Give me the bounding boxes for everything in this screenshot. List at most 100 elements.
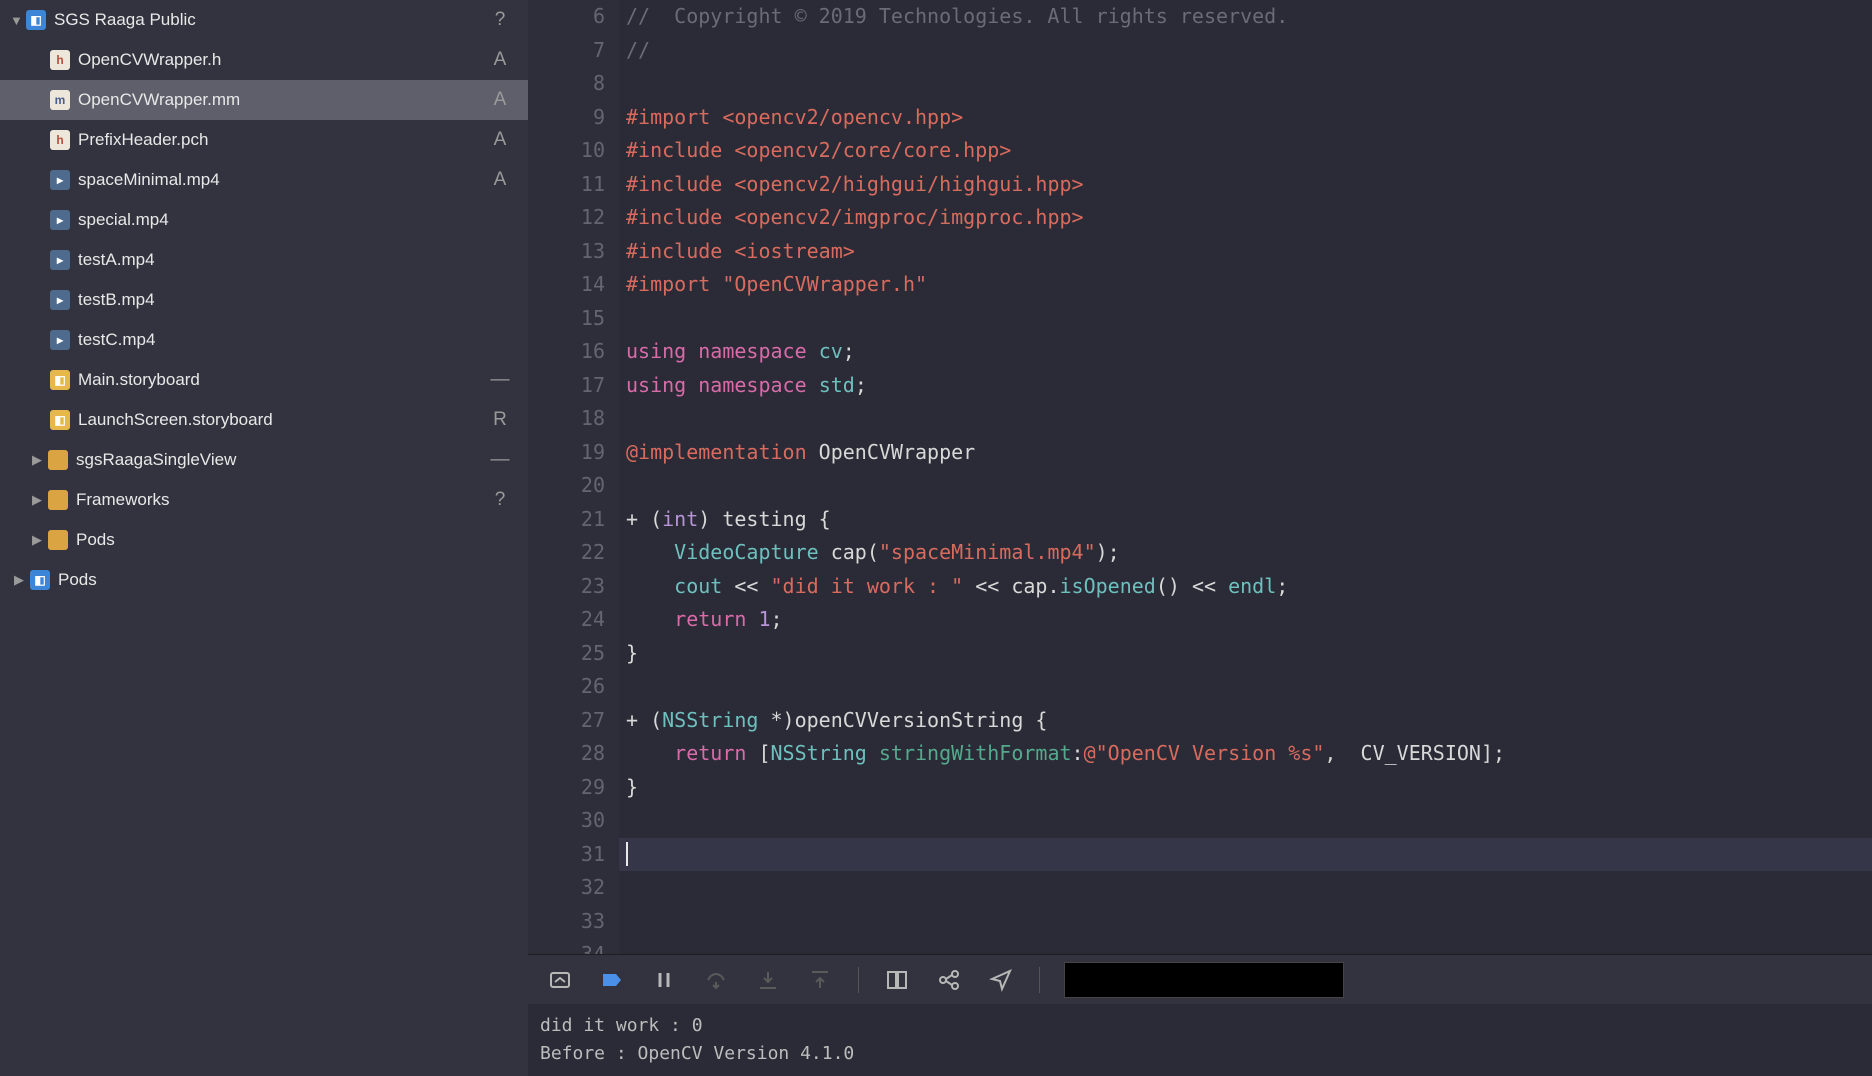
- line-number: 17: [528, 369, 605, 403]
- code-editor[interactable]: 6789101112131415161718192021222324252627…: [528, 0, 1872, 954]
- code-line[interactable]: [619, 469, 1872, 503]
- scm-badge: A: [490, 169, 510, 191]
- separator: [858, 967, 859, 993]
- code-line[interactable]: [619, 804, 1872, 838]
- file-label: sgsRaagaSingleView: [76, 450, 490, 470]
- file-icon: ◧: [30, 570, 50, 590]
- line-number: 29: [528, 771, 605, 805]
- file-icon: m: [50, 90, 70, 110]
- file-icon: ▸: [50, 330, 70, 350]
- code-line[interactable]: }: [619, 771, 1872, 805]
- code-line[interactable]: [619, 938, 1872, 954]
- file-label: Pods: [76, 530, 490, 550]
- file-icon: h: [50, 130, 70, 150]
- step-into-button[interactable]: [754, 966, 782, 994]
- file-label: Frameworks: [76, 490, 490, 510]
- line-number: 6: [528, 0, 605, 34]
- code-line[interactable]: #include <opencv2/core/core.hpp>: [619, 134, 1872, 168]
- code-line[interactable]: [619, 402, 1872, 436]
- file-label: Pods: [58, 570, 490, 590]
- scm-badge: —: [490, 369, 510, 391]
- file-item[interactable]: hOpenCVWrapper.hA: [0, 40, 528, 80]
- line-number: 14: [528, 268, 605, 302]
- disclosure-triangle[interactable]: ▶: [32, 452, 48, 468]
- memory-graph-button[interactable]: [935, 966, 963, 994]
- file-item[interactable]: ▶◧ Pods: [0, 560, 528, 600]
- file-icon: [48, 450, 68, 470]
- code-line[interactable]: using namespace cv;: [619, 335, 1872, 369]
- step-over-button[interactable]: [702, 966, 730, 994]
- code-line[interactable]: cout << "did it work : " << cap.isOpened…: [619, 570, 1872, 604]
- file-navigator: ▼ ◧ SGS Raaga Public ? hOpenCVWrapper.hA…: [0, 0, 528, 1076]
- file-item[interactable]: mOpenCVWrapper.mmA: [0, 80, 528, 120]
- code-content[interactable]: // Copyright © 2019 Technologies. All ri…: [619, 0, 1872, 954]
- code-line[interactable]: #include <opencv2/highgui/highgui.hpp>: [619, 168, 1872, 202]
- file-item[interactable]: ◧LaunchScreen.storyboardR: [0, 400, 528, 440]
- code-line[interactable]: [619, 67, 1872, 101]
- code-line[interactable]: [619, 905, 1872, 939]
- line-number: 16: [528, 335, 605, 369]
- code-line[interactable]: + (NSString *)openCVVersionString {: [619, 704, 1872, 738]
- file-icon: ▸: [50, 250, 70, 270]
- line-number: 33: [528, 905, 605, 939]
- code-line[interactable]: + (int) testing {: [619, 503, 1872, 537]
- line-number: 32: [528, 871, 605, 905]
- line-number: 18: [528, 402, 605, 436]
- line-number: 20: [528, 469, 605, 503]
- file-icon: ◧: [50, 370, 70, 390]
- code-line[interactable]: #include <opencv2/imgproc/imgproc.hpp>: [619, 201, 1872, 235]
- file-icon: [48, 530, 68, 550]
- file-item[interactable]: ▸special.mp4: [0, 200, 528, 240]
- console-output[interactable]: did it work : 0Before : OpenCV Version 4…: [528, 1004, 1872, 1076]
- file-icon: ▸: [50, 210, 70, 230]
- line-number: 30: [528, 804, 605, 838]
- line-number: 10: [528, 134, 605, 168]
- file-item[interactable]: ▶ Pods: [0, 520, 528, 560]
- code-line[interactable]: [619, 838, 1872, 872]
- code-line[interactable]: //: [619, 34, 1872, 68]
- project-root[interactable]: ▼ ◧ SGS Raaga Public ?: [0, 0, 528, 40]
- debug-view-button[interactable]: [883, 966, 911, 994]
- code-line[interactable]: [619, 302, 1872, 336]
- scm-badge: —: [490, 449, 510, 471]
- code-line[interactable]: @implementation OpenCVWrapper: [619, 436, 1872, 470]
- file-item[interactable]: ▸spaceMinimal.mp4A: [0, 160, 528, 200]
- code-line[interactable]: #import "OpenCVWrapper.h": [619, 268, 1872, 302]
- code-line[interactable]: using namespace std;: [619, 369, 1872, 403]
- file-item[interactable]: ▸testC.mp4: [0, 320, 528, 360]
- line-number: 22: [528, 536, 605, 570]
- code-line[interactable]: }: [619, 637, 1872, 671]
- line-number: 24: [528, 603, 605, 637]
- line-number: 34: [528, 938, 605, 954]
- step-out-button[interactable]: [806, 966, 834, 994]
- simulate-location-button[interactable]: [987, 966, 1015, 994]
- code-line[interactable]: #import <opencv2/opencv.hpp>: [619, 101, 1872, 135]
- line-number: 26: [528, 670, 605, 704]
- code-line[interactable]: VideoCapture cap("spaceMinimal.mp4");: [619, 536, 1872, 570]
- file-item[interactable]: ◧Main.storyboard—: [0, 360, 528, 400]
- file-icon: ▸: [50, 170, 70, 190]
- file-item[interactable]: ▶Frameworks?: [0, 480, 528, 520]
- disclosure-triangle[interactable]: ▶: [32, 532, 48, 548]
- file-item[interactable]: hPrefixHeader.pchA: [0, 120, 528, 160]
- code-line[interactable]: [619, 871, 1872, 905]
- disclosure-triangle[interactable]: ▶: [14, 572, 30, 588]
- file-item[interactable]: ▸testA.mp4: [0, 240, 528, 280]
- scm-badge: A: [490, 49, 510, 71]
- pause-button[interactable]: [650, 966, 678, 994]
- debug-filter-input[interactable]: [1064, 962, 1344, 998]
- text-cursor: [626, 842, 628, 866]
- file-icon: [48, 490, 68, 510]
- disclosure-triangle[interactable]: ▶: [32, 492, 48, 508]
- hide-debug-button[interactable]: [546, 966, 574, 994]
- file-item[interactable]: ▶ sgsRaagaSingleView—: [0, 440, 528, 480]
- code-line[interactable]: #include <iostream>: [619, 235, 1872, 269]
- disclosure-triangle[interactable]: ▼: [10, 13, 26, 28]
- code-line[interactable]: return 1;: [619, 603, 1872, 637]
- breakpoints-button[interactable]: [598, 966, 626, 994]
- line-number: 21: [528, 503, 605, 537]
- code-line[interactable]: return [NSString stringWithFormat:@"Open…: [619, 737, 1872, 771]
- code-line[interactable]: [619, 670, 1872, 704]
- file-item[interactable]: ▸testB.mp4: [0, 280, 528, 320]
- code-line[interactable]: // Copyright © 2019 Technologies. All ri…: [619, 0, 1872, 34]
